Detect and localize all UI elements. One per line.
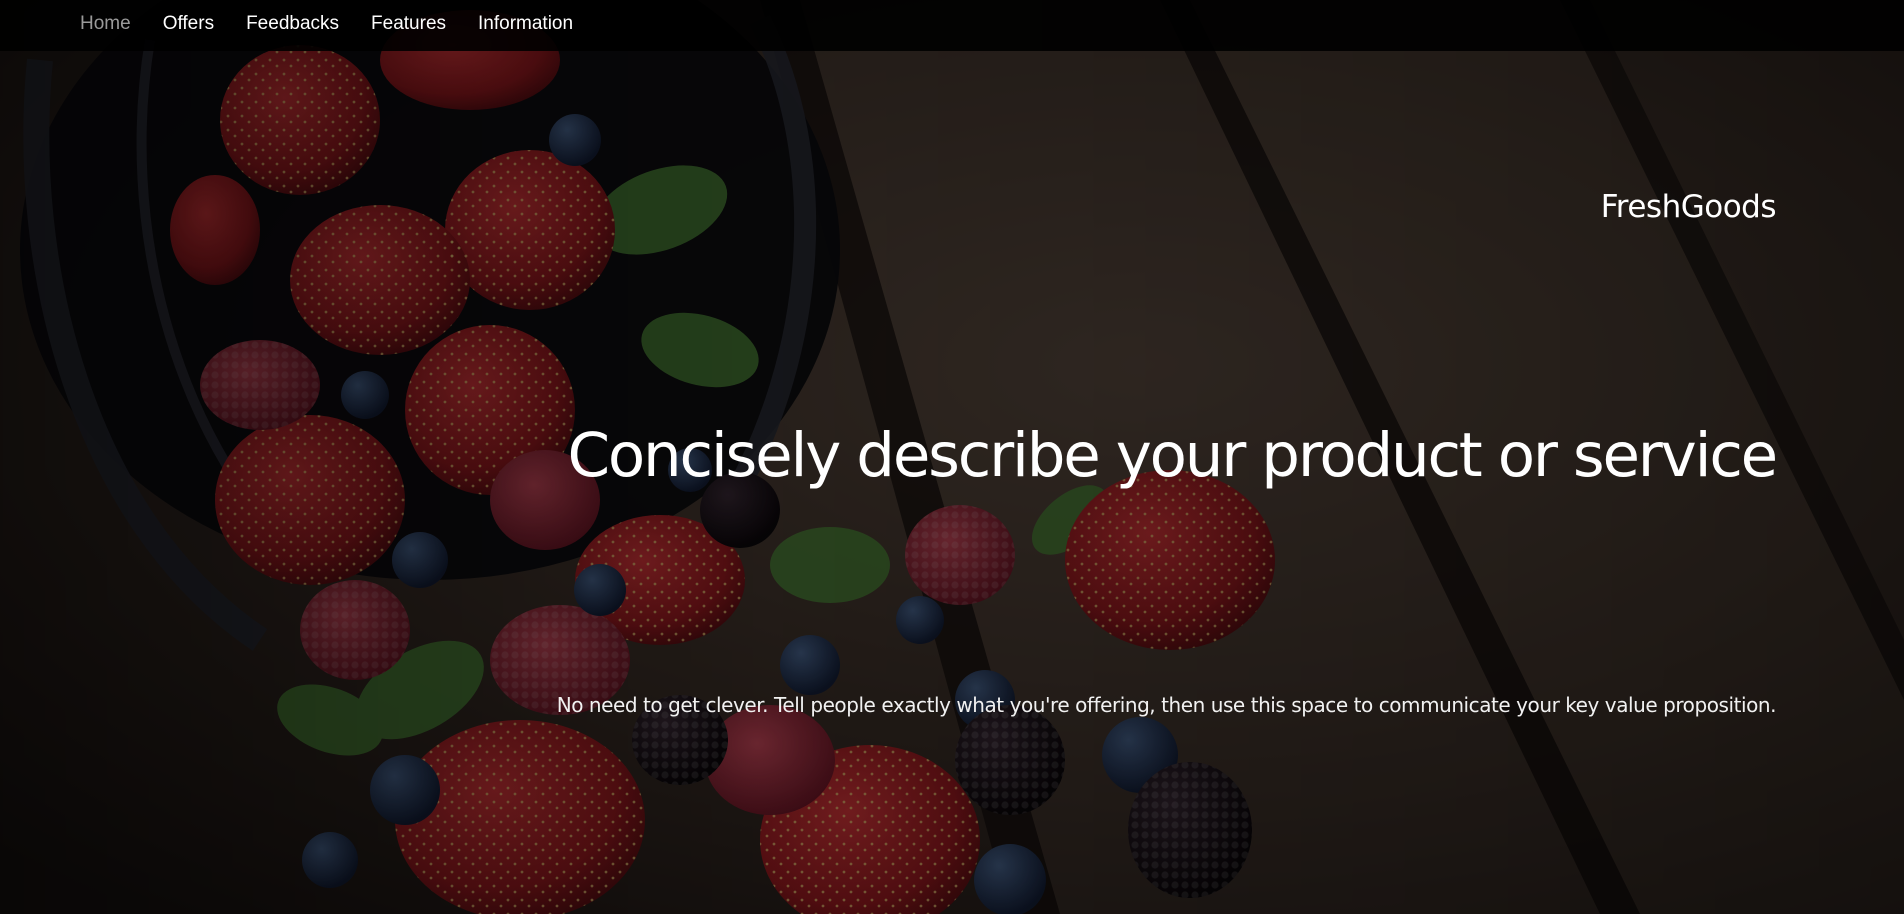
top-navbar: Home Offers Feedbacks Features Informati… <box>0 0 1904 51</box>
nav-link-features[interactable]: Features <box>355 13 462 34</box>
hero-subtext: No need to get clever. Tell people exact… <box>556 693 1777 717</box>
hero-headline: Concisely describe your product or servi… <box>567 420 1779 491</box>
nav-menu: Home Offers Feedbacks Features Informati… <box>0 0 1904 47</box>
nav-link-feedbacks[interactable]: Feedbacks <box>230 13 355 34</box>
nav-link-offers[interactable]: Offers <box>147 13 230 34</box>
nav-link-home[interactable]: Home <box>64 13 147 34</box>
brand-name: FreshGoods <box>1600 189 1777 225</box>
nav-link-information[interactable]: Information <box>462 13 589 34</box>
